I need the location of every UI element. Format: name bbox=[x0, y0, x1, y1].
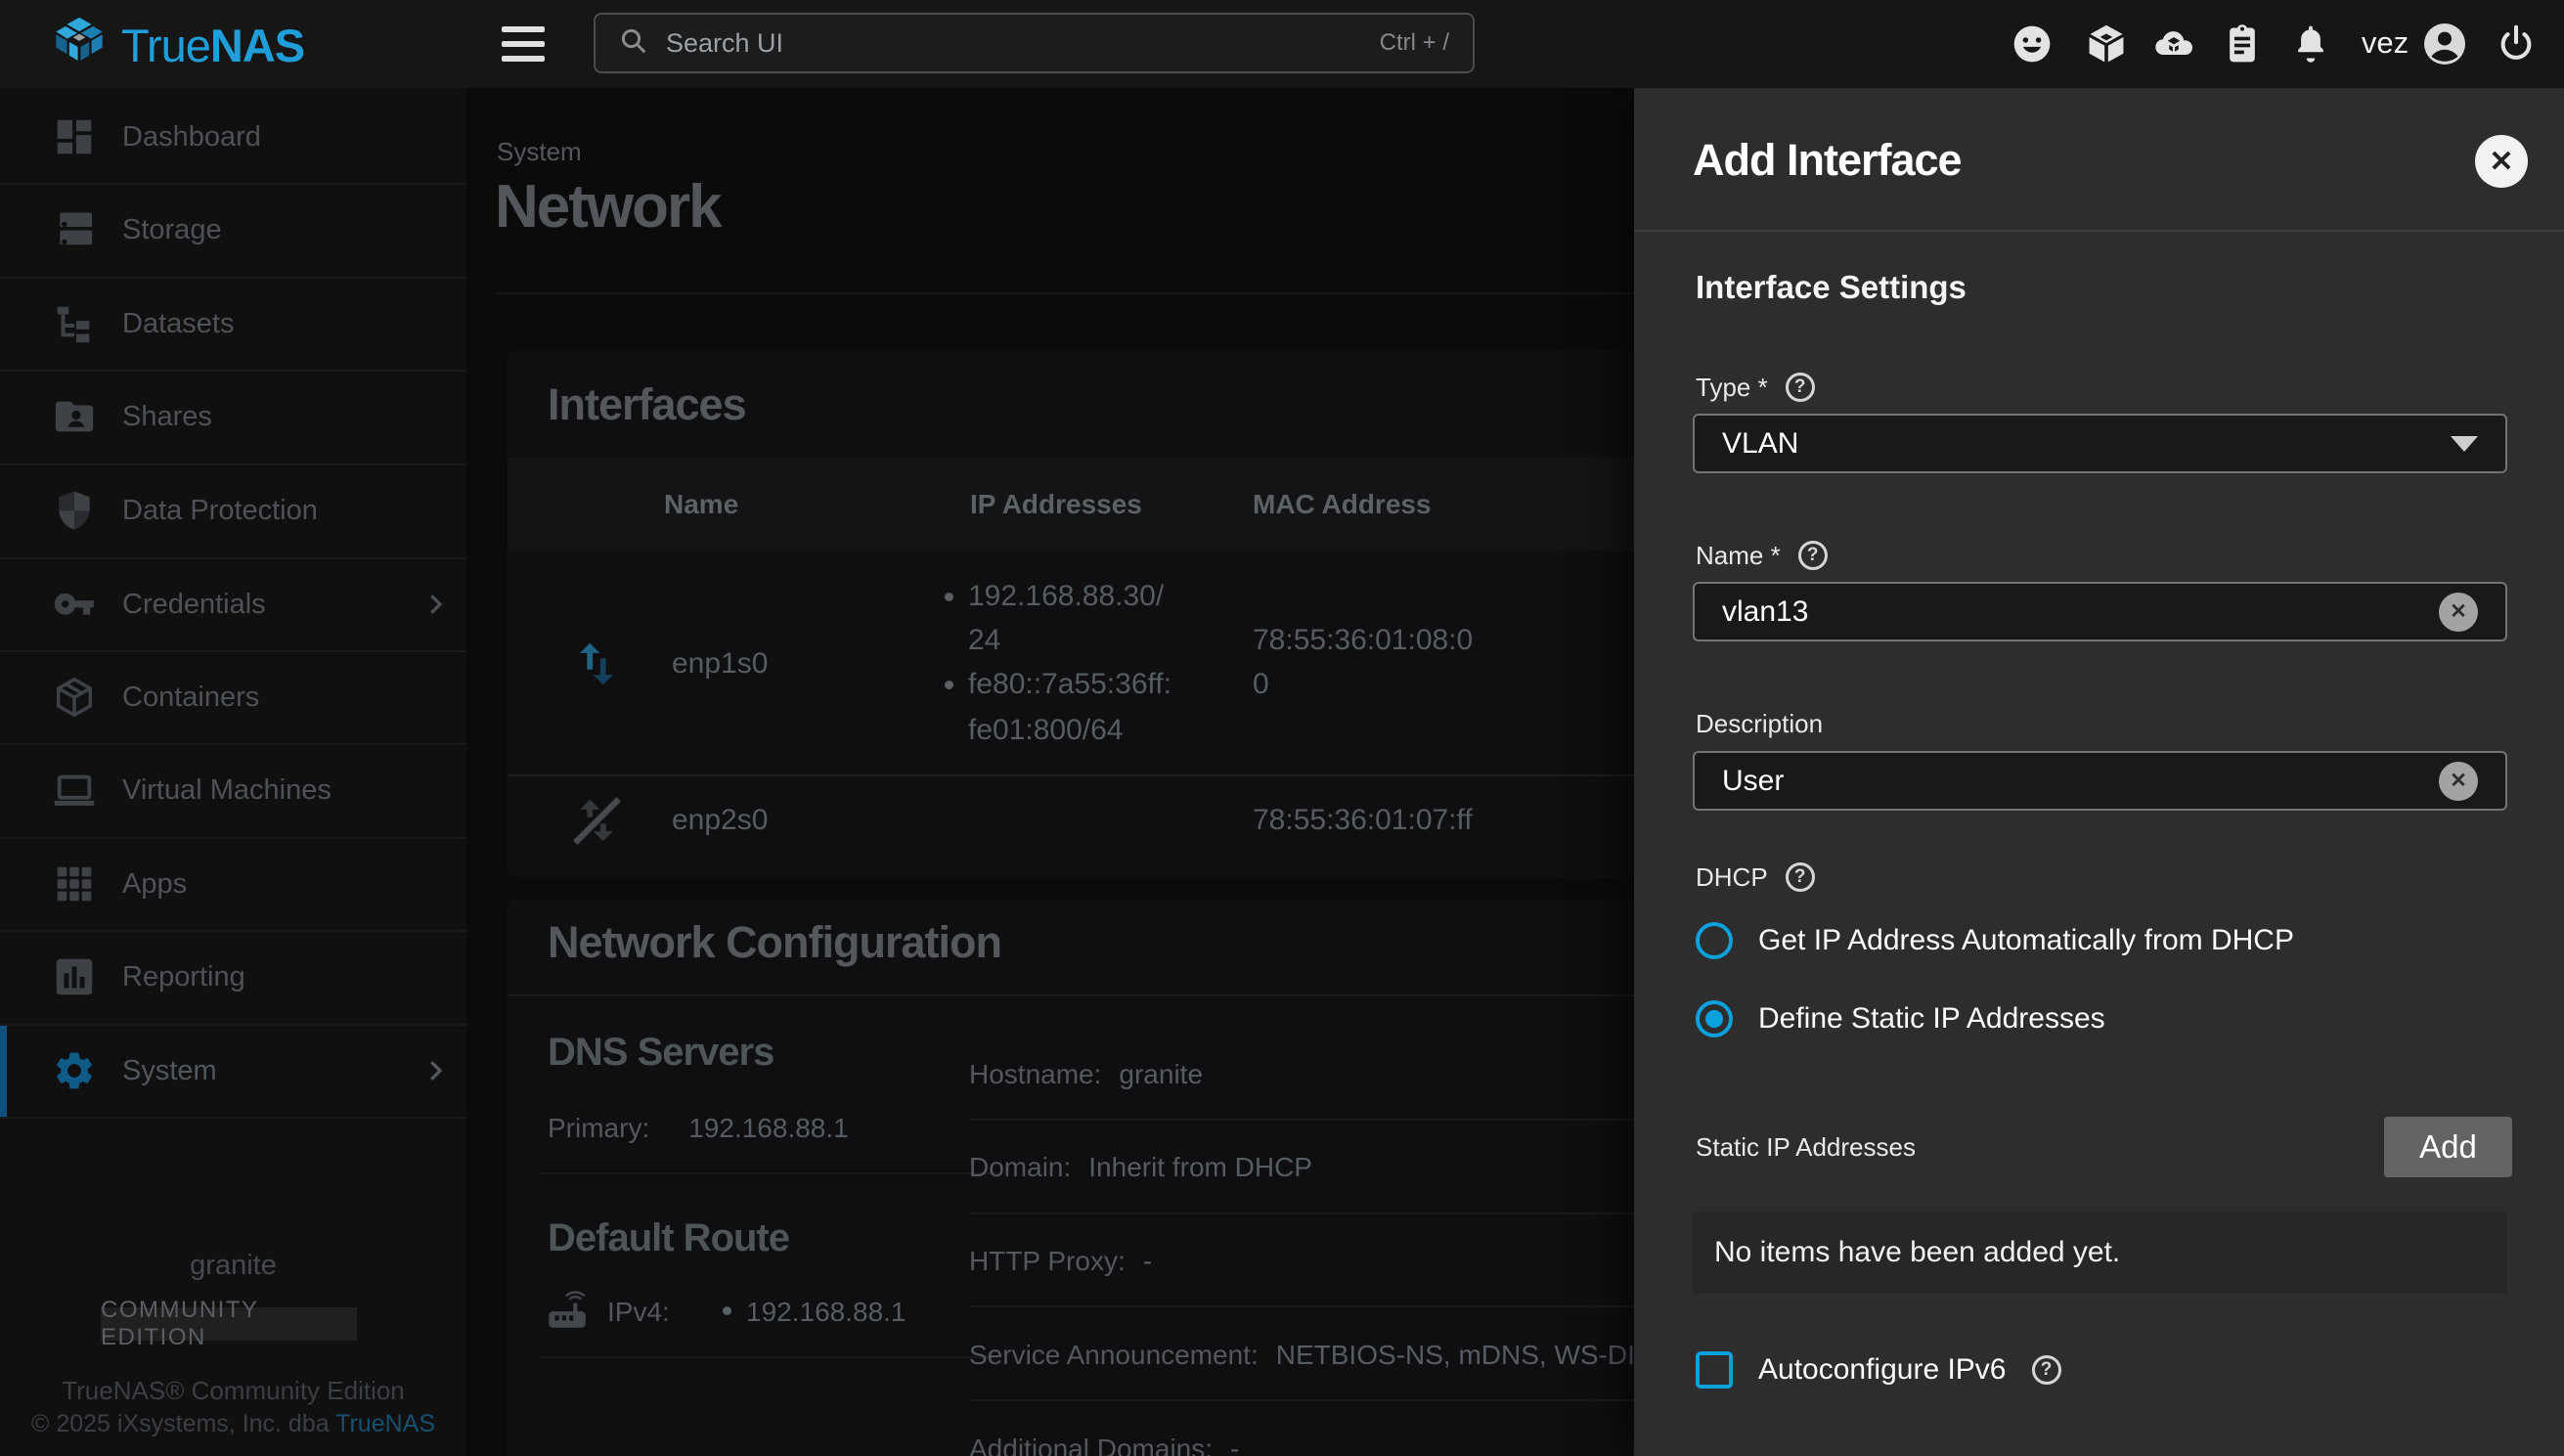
static-ip-empty-state: No items have been added yet. bbox=[1693, 1212, 2507, 1294]
name-label-row: Name * ? bbox=[1696, 538, 1828, 573]
user-avatar[interactable] bbox=[2421, 21, 2468, 67]
system-hostname: granite bbox=[0, 1250, 466, 1282]
help-icon[interactable]: ? bbox=[1798, 541, 1828, 570]
description-label-row: Description bbox=[1696, 706, 1823, 741]
truenas-logo[interactable]: TrueNAS bbox=[51, 15, 304, 76]
help-icon[interactable]: ? bbox=[1786, 862, 1815, 892]
config-row-domain: Domain:Inherit from DHCP bbox=[969, 1152, 1312, 1183]
dns-servers-heading: DNS Servers bbox=[548, 1031, 774, 1075]
sidebar-item-reporting[interactable]: Reporting bbox=[0, 940, 466, 1014]
config-row-http-proxy: HTTP Proxy:- bbox=[969, 1246, 1152, 1277]
sidebar-item-data-protection[interactable]: Data Protection bbox=[0, 473, 466, 548]
storage-icon bbox=[52, 207, 97, 252]
dhcp-label-row: DHCP ? bbox=[1696, 860, 1815, 895]
sidebar-item-credentials[interactable]: Credentials bbox=[0, 567, 466, 641]
key-icon bbox=[52, 582, 97, 627]
default-route-heading: Default Route bbox=[548, 1216, 789, 1260]
feedback-smiley-icon[interactable] bbox=[2011, 22, 2054, 66]
logo-text-nas: NAS bbox=[210, 20, 304, 71]
cloud-sync-icon[interactable] bbox=[2152, 22, 2195, 66]
autoconfigure-ipv6-checkbox[interactable]: Autoconfigure IPv6 ? bbox=[1696, 1351, 2061, 1389]
bar-chart-icon bbox=[52, 954, 97, 999]
edition-badge: COMMUNITY EDITION bbox=[101, 1307, 357, 1341]
static-ip-label: Static IP Addresses bbox=[1696, 1129, 1916, 1165]
dns-primary-row: Primary:192.168.88.1 bbox=[548, 1113, 849, 1144]
global-search[interactable]: Ctrl + / bbox=[594, 13, 1475, 73]
clear-icon[interactable]: ✕ bbox=[2439, 762, 2478, 801]
gear-icon bbox=[52, 1048, 97, 1093]
panel-title: Add Interface bbox=[1693, 135, 1962, 186]
chevron-down-icon bbox=[2451, 436, 2478, 452]
sidebar-item-shares[interactable]: Shares bbox=[0, 379, 466, 454]
chevron-right-icon bbox=[420, 590, 450, 619]
radio-unselected-icon bbox=[1696, 922, 1733, 959]
logo-text-true: True bbox=[121, 20, 210, 71]
sidebar-item-dashboard[interactable]: Dashboard bbox=[0, 100, 466, 174]
copyright-line: © 2025 iXsystems, Inc. dba TrueNAS bbox=[0, 1410, 466, 1438]
dashboard-icon bbox=[52, 114, 97, 159]
search-shortcut: Ctrl + / bbox=[1380, 29, 1449, 57]
datasets-icon bbox=[52, 301, 97, 346]
help-icon[interactable]: ? bbox=[1786, 373, 1815, 402]
radio-dhcp-auto[interactable]: Get IP Address Automatically from DHCP bbox=[1696, 922, 2294, 959]
truecommand-icon[interactable] bbox=[2085, 22, 2128, 66]
laptop-icon bbox=[52, 768, 97, 813]
type-select[interactable]: VLAN bbox=[1693, 414, 2507, 473]
add-interface-panel: Add Interface ✕ Interface Settings Type … bbox=[1634, 88, 2564, 1456]
shares-folder-icon bbox=[52, 394, 97, 439]
jobs-clipboard-icon[interactable] bbox=[2221, 22, 2264, 66]
col-header-ip: IP Addresses bbox=[970, 458, 1142, 551]
router-icon bbox=[543, 1285, 592, 1334]
apps-grid-icon bbox=[52, 861, 97, 906]
container-box-icon bbox=[52, 675, 97, 720]
truenas-link[interactable]: TrueNAS bbox=[335, 1410, 435, 1437]
help-icon[interactable]: ? bbox=[2032, 1355, 2061, 1385]
interfaces-card-title: Interfaces bbox=[548, 379, 746, 430]
radio-selected-icon bbox=[1696, 1000, 1733, 1037]
type-label-row: Type * ? bbox=[1696, 370, 1815, 405]
clear-icon[interactable]: ✕ bbox=[2439, 593, 2478, 632]
truenas-app: TrueNAS Ctrl + / bbox=[0, 0, 2564, 1456]
sidenav-toggle-icon[interactable] bbox=[502, 26, 545, 62]
sidebar-item-storage[interactable]: Storage bbox=[0, 193, 466, 267]
sidebar-item-datasets[interactable]: Datasets bbox=[0, 287, 466, 361]
radio-static-ip[interactable]: Define Static IP Addresses bbox=[1696, 1000, 2105, 1037]
close-icon[interactable]: ✕ bbox=[2475, 135, 2528, 188]
shield-icon bbox=[52, 488, 97, 533]
add-static-ip-button[interactable]: Add bbox=[2384, 1117, 2512, 1177]
search-input[interactable] bbox=[666, 28, 1362, 59]
truenas-cube-icon bbox=[51, 15, 108, 76]
interface-settings-heading: Interface Settings bbox=[1696, 269, 1967, 306]
ipv4-route-row: IPv4: bbox=[607, 1297, 670, 1328]
interface-down-icon bbox=[568, 792, 625, 849]
search-icon bbox=[619, 26, 648, 61]
sidebar-item-system[interactable]: System bbox=[0, 1034, 466, 1108]
sidebar-item-apps[interactable]: Apps bbox=[0, 847, 466, 921]
sidebar-item-virtual-machines[interactable]: Virtual Machines bbox=[0, 753, 466, 827]
power-icon[interactable] bbox=[2495, 22, 2538, 66]
page-title: Network bbox=[495, 172, 721, 242]
network-config-title: Network Configuration bbox=[548, 917, 1001, 968]
edition-line: TrueNAS® Community Edition bbox=[0, 1376, 466, 1406]
username-label: vez bbox=[2351, 25, 2419, 61]
chevron-right-icon bbox=[420, 1056, 450, 1085]
name-field[interactable]: vlan13 ✕ bbox=[1693, 582, 2507, 641]
config-row-additional-domains: Additional Domains:- bbox=[969, 1434, 1239, 1456]
sidebar-item-containers[interactable]: Containers bbox=[0, 660, 466, 734]
breadcrumb[interactable]: System bbox=[497, 137, 582, 167]
checkbox-unchecked-icon bbox=[1696, 1351, 1733, 1389]
interface-up-icon bbox=[568, 636, 625, 692]
col-header-mac: MAC Address bbox=[1253, 458, 1432, 551]
config-row-hostname: Hostname:granite bbox=[969, 1059, 1203, 1090]
sidebar-nav: Dashboard Storage Datasets Shares Data P… bbox=[0, 88, 466, 1456]
description-field[interactable]: User ✕ bbox=[1693, 751, 2507, 811]
top-bar: TrueNAS Ctrl + / bbox=[0, 0, 2564, 88]
col-header-name: Name bbox=[664, 458, 738, 551]
notifications-bell-icon[interactable] bbox=[2289, 22, 2332, 66]
